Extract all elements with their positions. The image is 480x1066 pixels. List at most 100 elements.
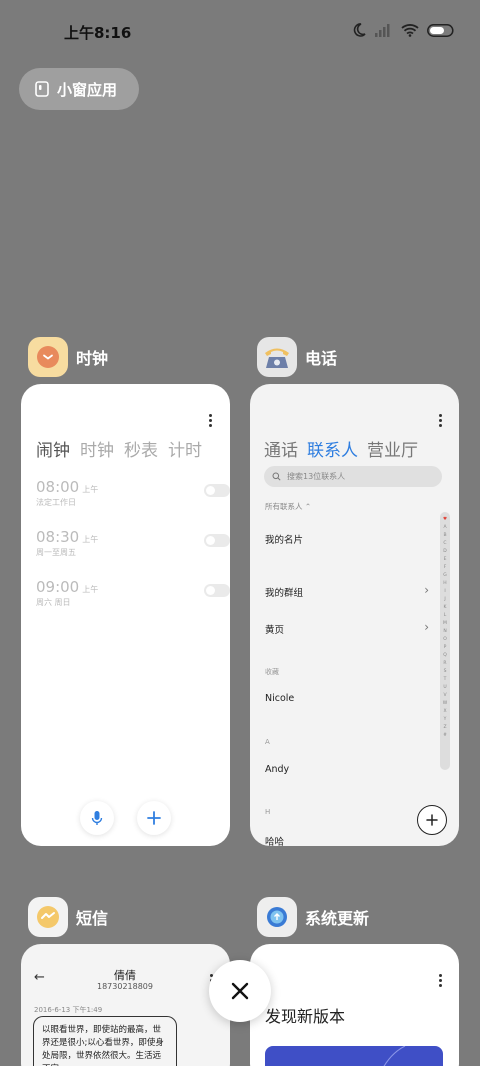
- alphabet-index-letter[interactable]: R: [443, 660, 446, 668]
- update-banner: [265, 1046, 443, 1066]
- tab-stopwatch[interactable]: 秒表: [124, 436, 158, 461]
- section-letter-a: A: [265, 738, 270, 746]
- alphabet-index-letter[interactable]: S: [444, 668, 447, 676]
- battery-icon: [427, 23, 454, 37]
- alphabet-index-letter[interactable]: F: [444, 564, 447, 572]
- app-header-updater[interactable]: 系统更新: [257, 897, 369, 937]
- alarm-time: 08:30: [36, 528, 80, 546]
- tab-timer[interactable]: 计时: [168, 436, 202, 461]
- alarm-repeat: 周一至周五: [36, 548, 76, 557]
- alphabet-index-letter[interactable]: T: [444, 676, 447, 684]
- sms-app-name: 短信: [76, 909, 109, 928]
- alphabet-index-letter[interactable]: Y: [444, 716, 447, 724]
- tab-calls[interactable]: 通话: [264, 436, 298, 461]
- my-groups-item[interactable]: 我的群组: [265, 585, 303, 599]
- wifi-icon: [401, 24, 419, 37]
- voice-alarm-button[interactable]: [80, 801, 114, 835]
- alphabet-index-letter[interactable]: P: [444, 644, 447, 652]
- phone-more-icon[interactable]: [438, 414, 442, 427]
- alphabet-index-letter[interactable]: J: [444, 596, 445, 604]
- alphabet-index-letter[interactable]: E: [444, 556, 447, 564]
- close-icon: [231, 982, 249, 1000]
- alarm-item[interactable]: 08:00 上午 法定工作日: [36, 478, 230, 518]
- alphabet-index-letter[interactable]: V: [443, 692, 446, 700]
- alphabet-index-letter[interactable]: D: [443, 548, 446, 556]
- tab-clock[interactable]: 时钟: [80, 436, 114, 461]
- alarm-ampm: 上午: [82, 535, 99, 544]
- sms-contact-number: 18730218809: [97, 982, 153, 991]
- status-icons: [351, 22, 454, 38]
- alphabet-index-letter[interactable]: C: [443, 540, 446, 548]
- contact-search-input[interactable]: 搜索13位联系人: [264, 466, 442, 487]
- app-header-sms[interactable]: 短信: [28, 897, 108, 937]
- alphabet-index-letter[interactable]: M: [443, 620, 447, 628]
- yellow-pages-item[interactable]: 黄页: [265, 622, 284, 636]
- alarm-time: 08:00: [36, 478, 80, 496]
- alarm-toggle[interactable]: [204, 534, 230, 547]
- floating-window-button[interactable]: 小窗应用: [19, 68, 139, 110]
- message-bubble: 以眼看世界，即使站的最高，世界还是很小;以心看世界，即使身处局限，世界依然很大。…: [33, 1016, 177, 1066]
- alphabet-index-letter[interactable]: H: [443, 580, 446, 588]
- clock-app-card[interactable]: 闹钟 时钟 秒表 计时 08:00 上午 法定工作日 08:30 上午 周一至周五 …: [21, 384, 230, 846]
- status-time: 上午8:16: [64, 24, 132, 42]
- alarm-item[interactable]: 09:00 上午 周六 周日: [36, 578, 230, 618]
- alarm-toggle[interactable]: [204, 484, 230, 497]
- alphabet-index-letter[interactable]: I: [444, 588, 445, 596]
- add-contact-button[interactable]: [417, 805, 447, 835]
- sms-app-card[interactable]: ← 倩倩 18730218809 2016-6-13 下午1:49 以眼看世界，…: [21, 944, 230, 1066]
- clock-app-icon: [28, 337, 68, 377]
- tab-service-hall[interactable]: 营业厅: [367, 436, 418, 461]
- alphabet-index-letter[interactable]: Z: [443, 724, 446, 732]
- tab-contacts[interactable]: 联系人: [307, 436, 358, 461]
- my-card-item[interactable]: 我的名片: [265, 532, 303, 546]
- favorites-section-label: 收藏: [265, 668, 279, 676]
- alphabet-index-letter[interactable]: Q: [443, 652, 447, 660]
- update-title: 发现新版本: [265, 1007, 346, 1026]
- alarm-toggle[interactable]: [204, 584, 230, 597]
- updater-app-name: 系统更新: [305, 909, 370, 928]
- alphabet-index-letter[interactable]: B: [443, 532, 446, 540]
- clock-more-icon[interactable]: [208, 414, 212, 427]
- alphabet-index-letter[interactable]: ♥: [443, 516, 447, 524]
- tab-alarm[interactable]: 闹钟: [36, 436, 70, 461]
- alphabet-index-letter[interactable]: L: [444, 612, 447, 620]
- alphabet-index-letter[interactable]: #: [443, 732, 447, 740]
- updater-app-icon: [257, 897, 297, 937]
- contact-list-item[interactable]: Andy: [265, 764, 289, 775]
- clear-all-button[interactable]: [209, 960, 271, 1022]
- alphabet-index-letter[interactable]: W: [443, 700, 447, 708]
- alphabet-index-letter[interactable]: A: [443, 524, 446, 532]
- alphabet-index-letter[interactable]: X: [443, 708, 446, 716]
- alarm-item[interactable]: 08:30 上午 周一至周五: [36, 528, 230, 568]
- contact-list-item[interactable]: Nicole: [265, 693, 294, 704]
- sms-contact-name: 倩倩: [114, 969, 136, 982]
- app-header-clock[interactable]: 时钟: [28, 337, 108, 377]
- alphabet-index-letter[interactable]: K: [444, 604, 447, 612]
- chevron-right-icon: ›: [424, 620, 429, 634]
- alphabet-index-letter[interactable]: G: [443, 572, 447, 580]
- phone-app-name: 电话: [305, 349, 338, 368]
- updater-app-card[interactable]: 发现新版本: [250, 944, 459, 1066]
- sort-icon: ⌃: [304, 502, 312, 511]
- alarm-ampm: 上午: [82, 585, 99, 594]
- add-alarm-button[interactable]: [137, 801, 171, 835]
- alphabet-index-letter[interactable]: N: [443, 628, 446, 636]
- updater-more-icon[interactable]: [438, 974, 442, 987]
- sms-app-icon: [28, 897, 68, 937]
- sms-date: 2016-6-13 下午1:49: [34, 1006, 103, 1014]
- alphabet-index-letter[interactable]: U: [443, 684, 446, 692]
- phone-app-icon: [257, 337, 297, 377]
- phone-tabs: 通话 联系人 营业厅: [264, 436, 418, 461]
- alarm-repeat: 周六 周日: [36, 598, 71, 607]
- contact-filter-dropdown[interactable]: 所有联系人 ⌃: [265, 501, 311, 512]
- status-bar: 上午8:16: [0, 0, 480, 62]
- alphabet-index-bar[interactable]: ♥ A B C D E F G H I J K L M N O P Q R S T U V W X Y Z #: [440, 512, 450, 770]
- alarm-repeat: 法定工作日: [36, 498, 76, 507]
- phone-app-card[interactable]: 通话 联系人 营业厅 搜索13位联系人 所有联系人 ⌃ 我的名片 我的群组 › …: [250, 384, 459, 846]
- app-header-phone[interactable]: 电话: [257, 337, 337, 377]
- microphone-icon: [91, 811, 103, 825]
- alarm-ampm: 上午: [82, 485, 99, 494]
- contact-list-item[interactable]: 哈哈: [265, 834, 284, 846]
- floating-window-icon: [35, 81, 49, 97]
- alphabet-index-letter[interactable]: O: [443, 636, 447, 644]
